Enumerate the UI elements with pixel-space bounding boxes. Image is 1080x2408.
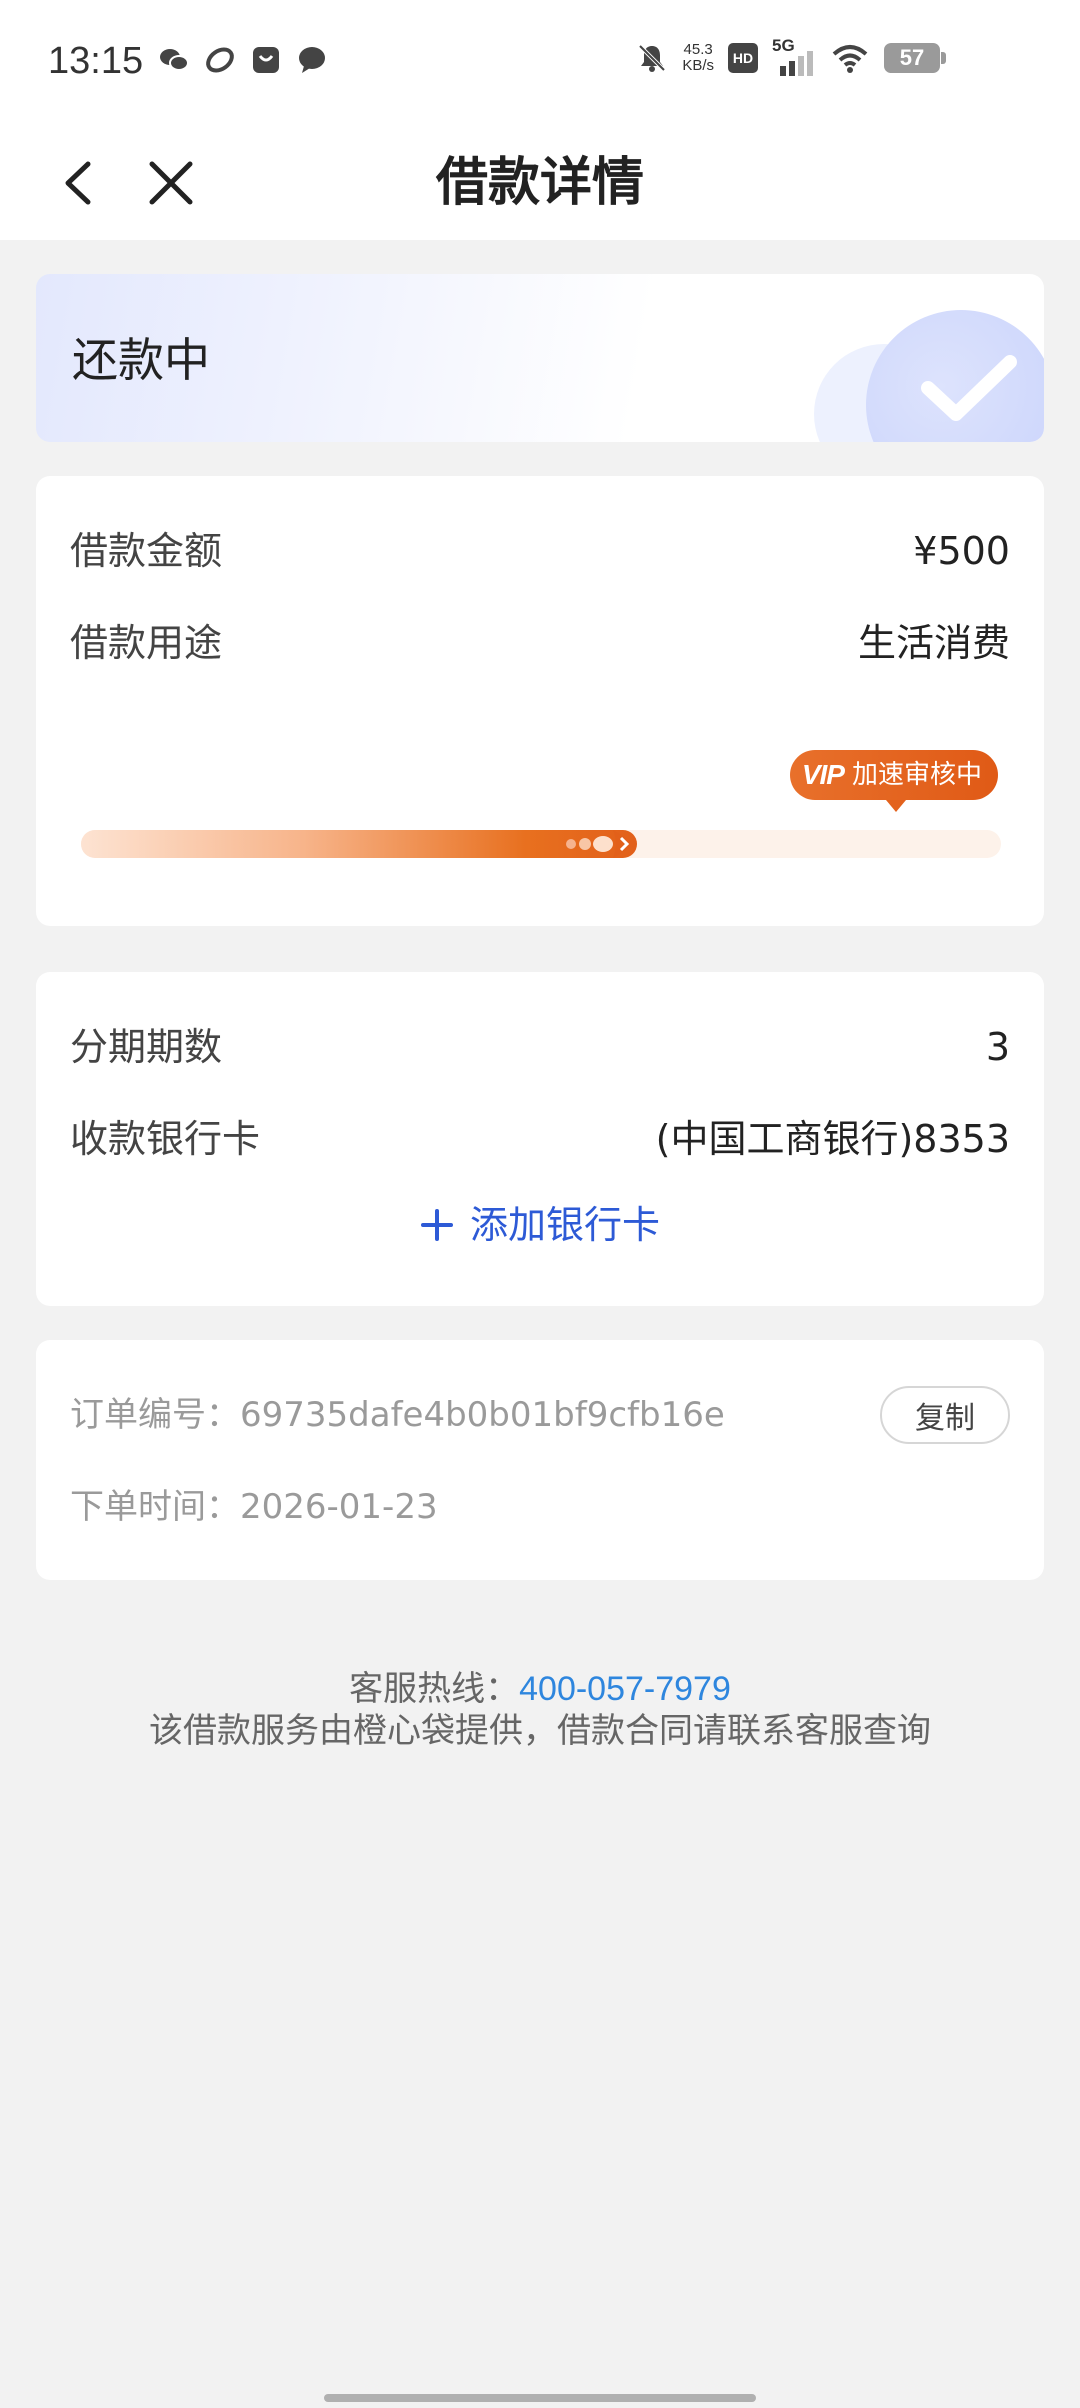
nav-bar: 借款详情 [0,126,1080,240]
rocket-icon [566,830,637,858]
wifi-icon [832,45,868,73]
hd-icon: HD [728,43,758,73]
status-bar: 13:15 45.3 KB/s HD 5G 57 [0,0,1080,126]
message-icon [299,47,325,73]
status-right: 45.3 KB/s HD 5G 57 [636,36,946,76]
bank-card-value[interactable]: (中国工商银行)8353 [656,1114,1010,1164]
plus-icon [420,1209,453,1241]
loan-amount-value: ¥500 [913,529,1010,573]
order-time-row: 下单时间：2026-01-23 [70,1484,438,1530]
home-indicator[interactable] [324,2394,756,2402]
hotline-row: 客服热线：400-057-7979 [0,1668,1080,1710]
loan-info-card: 借款金额 ¥500 借款用途 生活消费 VIP 加速审核中 [36,476,1044,926]
network-speed: 45.3 KB/s [682,42,714,74]
hotline-number-link[interactable]: 400-057-7979 [519,1670,731,1708]
network-speed-unit: KB/s [682,57,714,74]
installment-card: 分期期数 3 收款银行卡 (中国工商银行)8353 添加银行卡 [36,972,1044,1306]
status-time: 13:15 [48,40,144,82]
wechat-icon [160,49,189,71]
shop-icon [253,47,279,73]
loan-amount-label: 借款金额 [70,529,223,573]
loan-status: 还款中 [72,333,210,387]
page-title: 借款详情 [435,153,644,213]
review-progress-fill [81,830,637,858]
order-info-card: 订单编号：69735dafe4b0b01bf9cfb16e 复制 下单时间：20… [36,1340,1044,1580]
periods-value: 3 [985,1025,1010,1069]
order-number-value: 69735dafe4b0b01bf9cfb16e [240,1395,725,1435]
vip-review-badge: VIP 加速审核中 [789,750,998,812]
mute-bell-icon [638,44,666,72]
add-bank-card-button[interactable]: 添加银行卡 [36,1200,1044,1250]
review-progress-bar [81,830,1001,858]
loan-purpose-value: 生活消费 [857,621,1010,665]
bank-card-label: 收款银行卡 [70,1117,261,1161]
loan-purpose-label: 借款用途 [70,621,223,665]
add-bank-card-label: 添加银行卡 [469,1203,660,1247]
vip-review-text: 加速审核中 [851,760,982,790]
vip-tag: VIP [801,759,845,790]
order-time-label: 下单时间： [70,1487,240,1527]
order-number-label: 订单编号： [70,1395,240,1435]
footer: 客服热线：400-057-7979 该借款服务由橙心袋提供，借款合同请联系客服查… [0,1668,1080,1752]
copy-button[interactable]: 复制 [880,1386,1010,1444]
order-time-value: 2026-01-23 [240,1487,438,1527]
hotline-label: 客服热线： [349,1669,520,1709]
notification-icons [158,44,328,76]
loan-status-card: 还款中 [36,274,1044,442]
service-notice: 该借款服务由橙心袋提供，借款合同请联系客服查询 [149,1711,931,1751]
battery-icon: 57 [884,43,946,73]
signal-icon: 5G [772,36,816,76]
order-number-row: 订单编号：69735dafe4b0b01bf9cfb16e [70,1392,725,1438]
network-speed-value: 45.3 [683,41,713,58]
app-icon [206,47,234,73]
periods-label: 分期期数 [70,1025,223,1069]
check-icon [921,355,1017,421]
